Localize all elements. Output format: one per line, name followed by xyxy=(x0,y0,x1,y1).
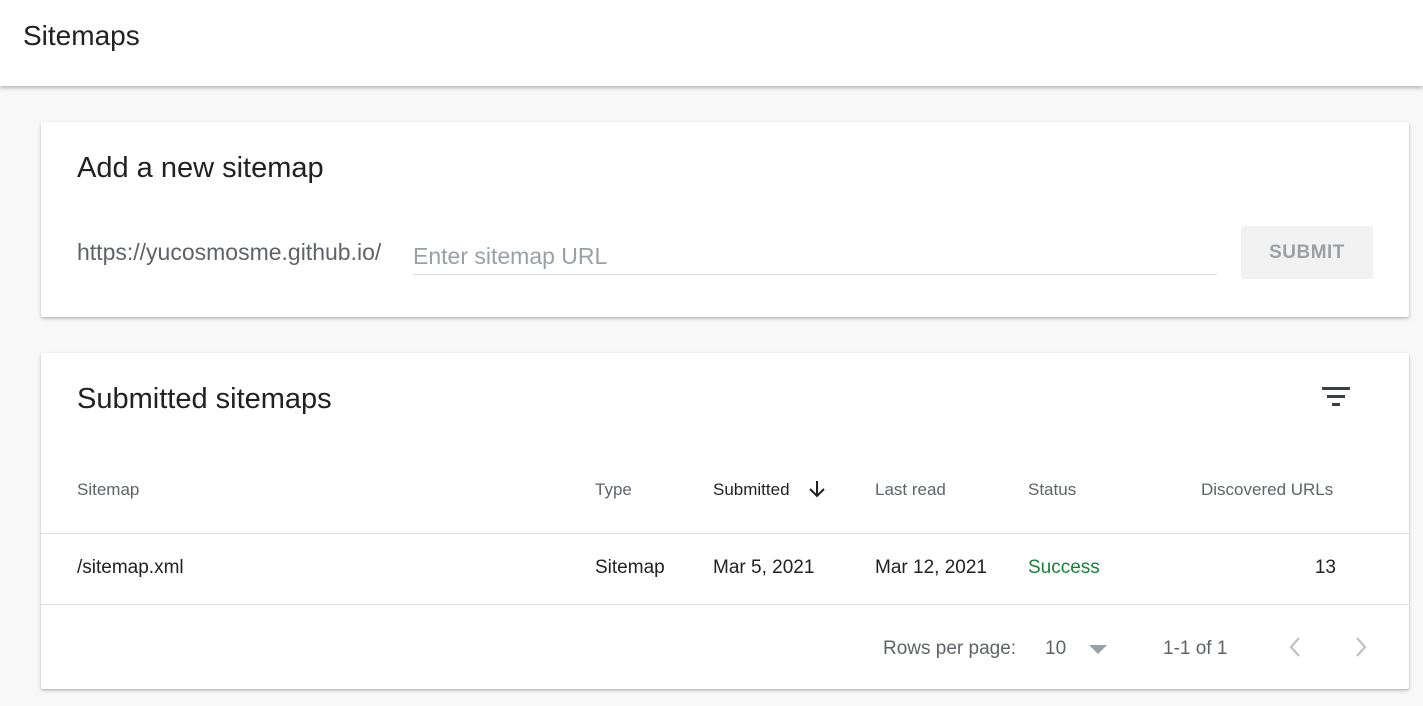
column-header-status[interactable]: Status xyxy=(1028,480,1076,500)
submitted-sitemaps-card: Submitted sitemaps Sitemap Type Submitte… xyxy=(41,353,1409,689)
add-sitemap-title: Add a new sitemap xyxy=(77,152,324,184)
column-header-submitted[interactable]: Submitted xyxy=(713,480,790,500)
table-pagination: Rows per page: 10 1-1 of 1 xyxy=(41,605,1409,689)
top-app-bar: Sitemaps xyxy=(0,0,1423,86)
column-header-last-read[interactable]: Last read xyxy=(875,480,946,500)
caret-down-icon[interactable] xyxy=(1088,644,1108,656)
column-header-type[interactable]: Type xyxy=(595,480,632,500)
add-sitemap-card: Add a new sitemap https://yucosmosme.git… xyxy=(41,122,1409,317)
filter-icon[interactable] xyxy=(1321,385,1351,409)
chevron-right-icon[interactable] xyxy=(1347,632,1375,662)
rows-per-page-select[interactable]: 10 xyxy=(1045,638,1066,660)
cell-discovered-urls: 13 xyxy=(1314,557,1336,578)
submitted-sitemaps-title: Submitted sitemaps xyxy=(77,383,332,415)
column-header-sitemap[interactable]: Sitemap xyxy=(77,480,139,500)
rows-per-page-label: Rows per page: xyxy=(883,638,1017,659)
pagination-range: 1-1 of 1 xyxy=(1163,638,1228,659)
cell-submitted: Mar 5, 2021 xyxy=(713,557,815,578)
cell-type: Sitemap xyxy=(595,557,665,578)
page-title: Sitemaps xyxy=(23,20,140,51)
sitemap-url-input[interactable] xyxy=(413,232,1217,275)
cell-sitemap: /sitemap.xml xyxy=(77,557,184,578)
cell-last-read: Mar 12, 2021 xyxy=(875,557,987,578)
table-header: Sitemap Type Submitted Last read Status … xyxy=(41,466,1409,534)
submit-button[interactable]: SUBMIT xyxy=(1241,226,1373,279)
column-header-discovered-urls[interactable]: Discovered URLs xyxy=(1201,480,1333,500)
chevron-left-icon[interactable] xyxy=(1281,632,1309,662)
table-row[interactable]: /sitemap.xml Sitemap Mar 5, 2021 Mar 12,… xyxy=(41,534,1409,605)
arrow-down-icon[interactable] xyxy=(808,479,826,499)
cell-status: Success xyxy=(1028,557,1100,578)
url-prefix: https://yucosmosme.github.io/ xyxy=(77,239,382,265)
